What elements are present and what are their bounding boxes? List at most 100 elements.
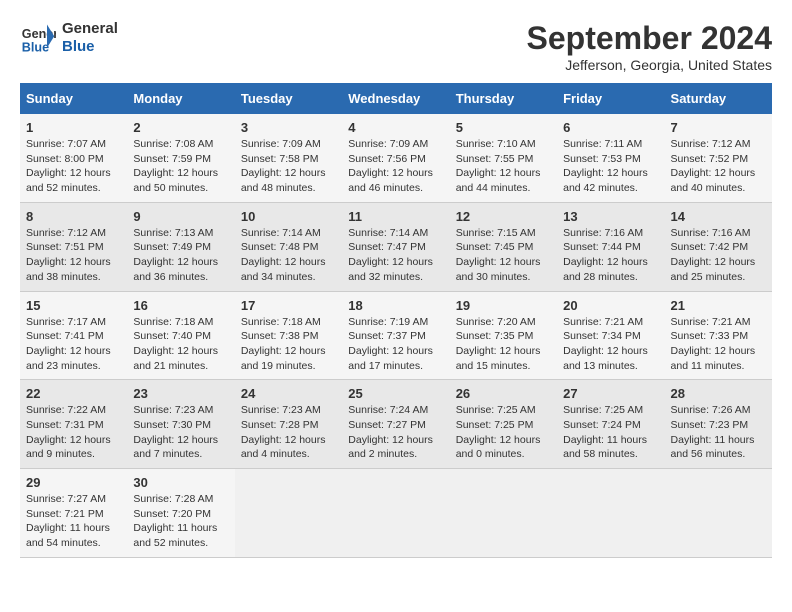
day-number: 14 (671, 209, 766, 224)
day-info: Sunrise: 7:25 AMSunset: 7:25 PMDaylight:… (456, 404, 541, 460)
day-info: Sunrise: 7:14 AMSunset: 7:48 PMDaylight:… (241, 227, 326, 283)
weekday-header-wednesday: Wednesday (342, 83, 449, 114)
calendar-cell: 27 Sunrise: 7:25 AMSunset: 7:24 PMDaylig… (557, 380, 664, 469)
day-info: Sunrise: 7:25 AMSunset: 7:24 PMDaylight:… (563, 404, 647, 460)
day-info: Sunrise: 7:23 AMSunset: 7:28 PMDaylight:… (241, 404, 326, 460)
day-info: Sunrise: 7:13 AMSunset: 7:49 PMDaylight:… (133, 227, 218, 283)
day-number: 16 (133, 298, 228, 313)
day-info: Sunrise: 7:21 AMSunset: 7:33 PMDaylight:… (671, 316, 756, 372)
calendar-cell: 12 Sunrise: 7:15 AMSunset: 7:45 PMDaylig… (450, 202, 557, 291)
day-number: 13 (563, 209, 658, 224)
day-number: 4 (348, 120, 443, 135)
day-info: Sunrise: 7:09 AMSunset: 7:58 PMDaylight:… (241, 138, 326, 194)
calendar-cell: 30 Sunrise: 7:28 AMSunset: 7:20 PMDaylig… (127, 469, 234, 558)
day-info: Sunrise: 7:19 AMSunset: 7:37 PMDaylight:… (348, 316, 433, 372)
day-number: 15 (26, 298, 121, 313)
page-header: General Blue General Blue September 2024… (20, 20, 772, 73)
day-number: 10 (241, 209, 336, 224)
calendar-cell: 14 Sunrise: 7:16 AMSunset: 7:42 PMDaylig… (665, 202, 772, 291)
day-number: 17 (241, 298, 336, 313)
day-info: Sunrise: 7:12 AMSunset: 7:51 PMDaylight:… (26, 227, 111, 283)
day-info: Sunrise: 7:16 AMSunset: 7:42 PMDaylight:… (671, 227, 756, 283)
day-info: Sunrise: 7:21 AMSunset: 7:34 PMDaylight:… (563, 316, 648, 372)
day-number: 29 (26, 475, 121, 490)
day-number: 20 (563, 298, 658, 313)
calendar-cell (665, 469, 772, 558)
calendar-cell: 20 Sunrise: 7:21 AMSunset: 7:34 PMDaylig… (557, 291, 664, 380)
calendar-table: SundayMondayTuesdayWednesdayThursdayFrid… (20, 83, 772, 558)
month-title: September 2024 (527, 20, 772, 57)
day-number: 24 (241, 386, 336, 401)
day-info: Sunrise: 7:15 AMSunset: 7:45 PMDaylight:… (456, 227, 541, 283)
svg-text:Blue: Blue (22, 41, 49, 55)
day-number: 8 (26, 209, 121, 224)
day-number: 1 (26, 120, 121, 135)
calendar-cell: 24 Sunrise: 7:23 AMSunset: 7:28 PMDaylig… (235, 380, 342, 469)
calendar-cell (557, 469, 664, 558)
calendar-cell: 21 Sunrise: 7:21 AMSunset: 7:33 PMDaylig… (665, 291, 772, 380)
day-info: Sunrise: 7:22 AMSunset: 7:31 PMDaylight:… (26, 404, 111, 460)
calendar-cell: 9 Sunrise: 7:13 AMSunset: 7:49 PMDayligh… (127, 202, 234, 291)
day-info: Sunrise: 7:09 AMSunset: 7:56 PMDaylight:… (348, 138, 433, 194)
weekday-header-sunday: Sunday (20, 83, 127, 114)
calendar-cell: 29 Sunrise: 7:27 AMSunset: 7:21 PMDaylig… (20, 469, 127, 558)
calendar-cell: 16 Sunrise: 7:18 AMSunset: 7:40 PMDaylig… (127, 291, 234, 380)
calendar-cell: 25 Sunrise: 7:24 AMSunset: 7:27 PMDaylig… (342, 380, 449, 469)
logo-icon: General Blue (20, 20, 56, 56)
calendar-cell (342, 469, 449, 558)
calendar-week-row: 8 Sunrise: 7:12 AMSunset: 7:51 PMDayligh… (20, 202, 772, 291)
calendar-cell: 13 Sunrise: 7:16 AMSunset: 7:44 PMDaylig… (557, 202, 664, 291)
weekday-header-row: SundayMondayTuesdayWednesdayThursdayFrid… (20, 83, 772, 114)
calendar-cell (450, 469, 557, 558)
day-info: Sunrise: 7:12 AMSunset: 7:52 PMDaylight:… (671, 138, 756, 194)
day-number: 12 (456, 209, 551, 224)
day-number: 22 (26, 386, 121, 401)
day-number: 27 (563, 386, 658, 401)
calendar-cell: 19 Sunrise: 7:20 AMSunset: 7:35 PMDaylig… (450, 291, 557, 380)
day-number: 28 (671, 386, 766, 401)
calendar-cell: 17 Sunrise: 7:18 AMSunset: 7:38 PMDaylig… (235, 291, 342, 380)
day-number: 6 (563, 120, 658, 135)
title-area: September 2024 Jefferson, Georgia, Unite… (527, 20, 772, 73)
day-info: Sunrise: 7:20 AMSunset: 7:35 PMDaylight:… (456, 316, 541, 372)
day-info: Sunrise: 7:14 AMSunset: 7:47 PMDaylight:… (348, 227, 433, 283)
day-info: Sunrise: 7:07 AMSunset: 8:00 PMDaylight:… (26, 138, 111, 194)
weekday-header-monday: Monday (127, 83, 234, 114)
day-number: 9 (133, 209, 228, 224)
day-number: 25 (348, 386, 443, 401)
day-number: 23 (133, 386, 228, 401)
day-info: Sunrise: 7:16 AMSunset: 7:44 PMDaylight:… (563, 227, 648, 283)
calendar-cell: 3 Sunrise: 7:09 AMSunset: 7:58 PMDayligh… (235, 114, 342, 202)
day-number: 21 (671, 298, 766, 313)
weekday-header-saturday: Saturday (665, 83, 772, 114)
calendar-cell: 23 Sunrise: 7:23 AMSunset: 7:30 PMDaylig… (127, 380, 234, 469)
day-info: Sunrise: 7:26 AMSunset: 7:23 PMDaylight:… (671, 404, 755, 460)
day-info: Sunrise: 7:18 AMSunset: 7:40 PMDaylight:… (133, 316, 218, 372)
weekday-header-tuesday: Tuesday (235, 83, 342, 114)
calendar-week-row: 15 Sunrise: 7:17 AMSunset: 7:41 PMDaylig… (20, 291, 772, 380)
day-number: 7 (671, 120, 766, 135)
day-number: 3 (241, 120, 336, 135)
calendar-cell: 26 Sunrise: 7:25 AMSunset: 7:25 PMDaylig… (450, 380, 557, 469)
location-subtitle: Jefferson, Georgia, United States (527, 57, 772, 73)
day-number: 11 (348, 209, 443, 224)
logo-blue: Blue (62, 38, 118, 56)
calendar-cell: 6 Sunrise: 7:11 AMSunset: 7:53 PMDayligh… (557, 114, 664, 202)
weekday-header-thursday: Thursday (450, 83, 557, 114)
day-number: 30 (133, 475, 228, 490)
logo: General Blue General Blue (20, 20, 118, 56)
calendar-cell: 2 Sunrise: 7:08 AMSunset: 7:59 PMDayligh… (127, 114, 234, 202)
calendar-cell: 5 Sunrise: 7:10 AMSunset: 7:55 PMDayligh… (450, 114, 557, 202)
day-number: 2 (133, 120, 228, 135)
day-number: 26 (456, 386, 551, 401)
day-info: Sunrise: 7:17 AMSunset: 7:41 PMDaylight:… (26, 316, 111, 372)
calendar-cell: 18 Sunrise: 7:19 AMSunset: 7:37 PMDaylig… (342, 291, 449, 380)
calendar-week-row: 1 Sunrise: 7:07 AMSunset: 8:00 PMDayligh… (20, 114, 772, 202)
calendar-cell: 28 Sunrise: 7:26 AMSunset: 7:23 PMDaylig… (665, 380, 772, 469)
weekday-header-friday: Friday (557, 83, 664, 114)
calendar-cell: 10 Sunrise: 7:14 AMSunset: 7:48 PMDaylig… (235, 202, 342, 291)
calendar-cell: 1 Sunrise: 7:07 AMSunset: 8:00 PMDayligh… (20, 114, 127, 202)
calendar-cell: 7 Sunrise: 7:12 AMSunset: 7:52 PMDayligh… (665, 114, 772, 202)
day-info: Sunrise: 7:10 AMSunset: 7:55 PMDaylight:… (456, 138, 541, 194)
day-info: Sunrise: 7:28 AMSunset: 7:20 PMDaylight:… (133, 493, 217, 549)
